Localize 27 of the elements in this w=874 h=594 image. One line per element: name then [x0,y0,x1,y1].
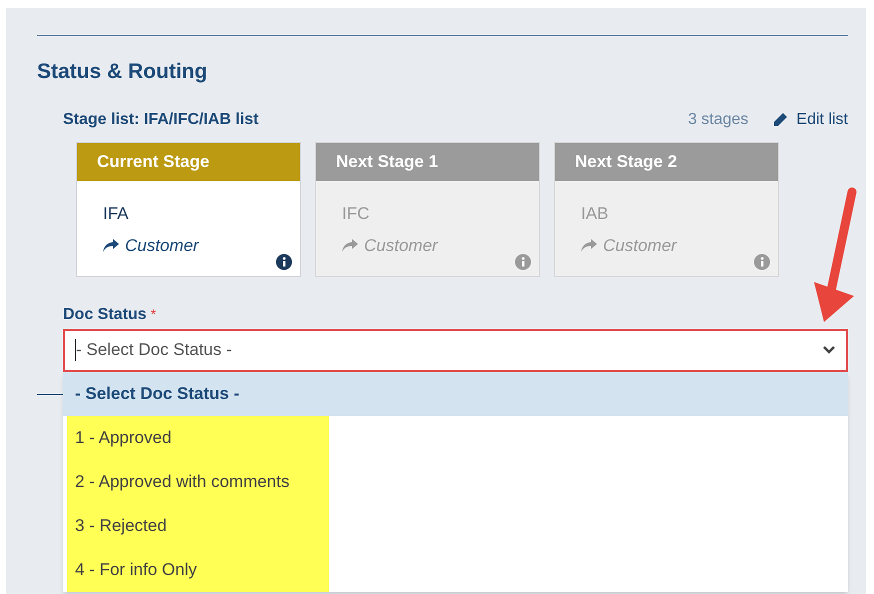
stage-route: Customer [364,234,438,256]
stage-name: IAB [581,202,608,224]
share-arrow-icon [103,238,119,252]
dropdown-option[interactable]: 4 - For info Only [67,548,329,592]
edit-list-link[interactable]: Edit list [772,108,848,132]
dropdown-option[interactable]: 1 - Approved [67,416,329,460]
stage-card[interactable]: Current Stage IFA Customer [76,142,301,276]
required-mark: * [150,304,156,324]
pencil-icon [772,112,788,128]
stage-name: IFA [103,202,129,224]
dropdown-option[interactable]: 3 - Rejected [67,504,329,548]
stage-header: Current Stage [77,142,300,180]
info-icon[interactable] [276,254,292,270]
stage-route: Customer [125,234,199,256]
section-title: Status & Routing [37,59,208,85]
stage-route: Customer [603,234,677,256]
doc-status-select[interactable]: - Select Doc Status - [63,328,848,372]
share-arrow-icon [581,238,597,252]
share-arrow-icon [342,238,358,252]
stage-count: 3 stages [688,110,748,130]
stage-list-label: Stage list: IFA/IFC/IAB list [63,110,259,130]
dropdown-option[interactable]: 2 - Approved with comments [67,460,329,504]
stage-header: Next Stage 2 [555,142,778,180]
stage-header: Next Stage 1 [316,142,539,180]
chevron-down-icon [822,345,836,355]
stage-name: IFC [342,202,370,224]
field-label: Doc Status [63,304,147,324]
